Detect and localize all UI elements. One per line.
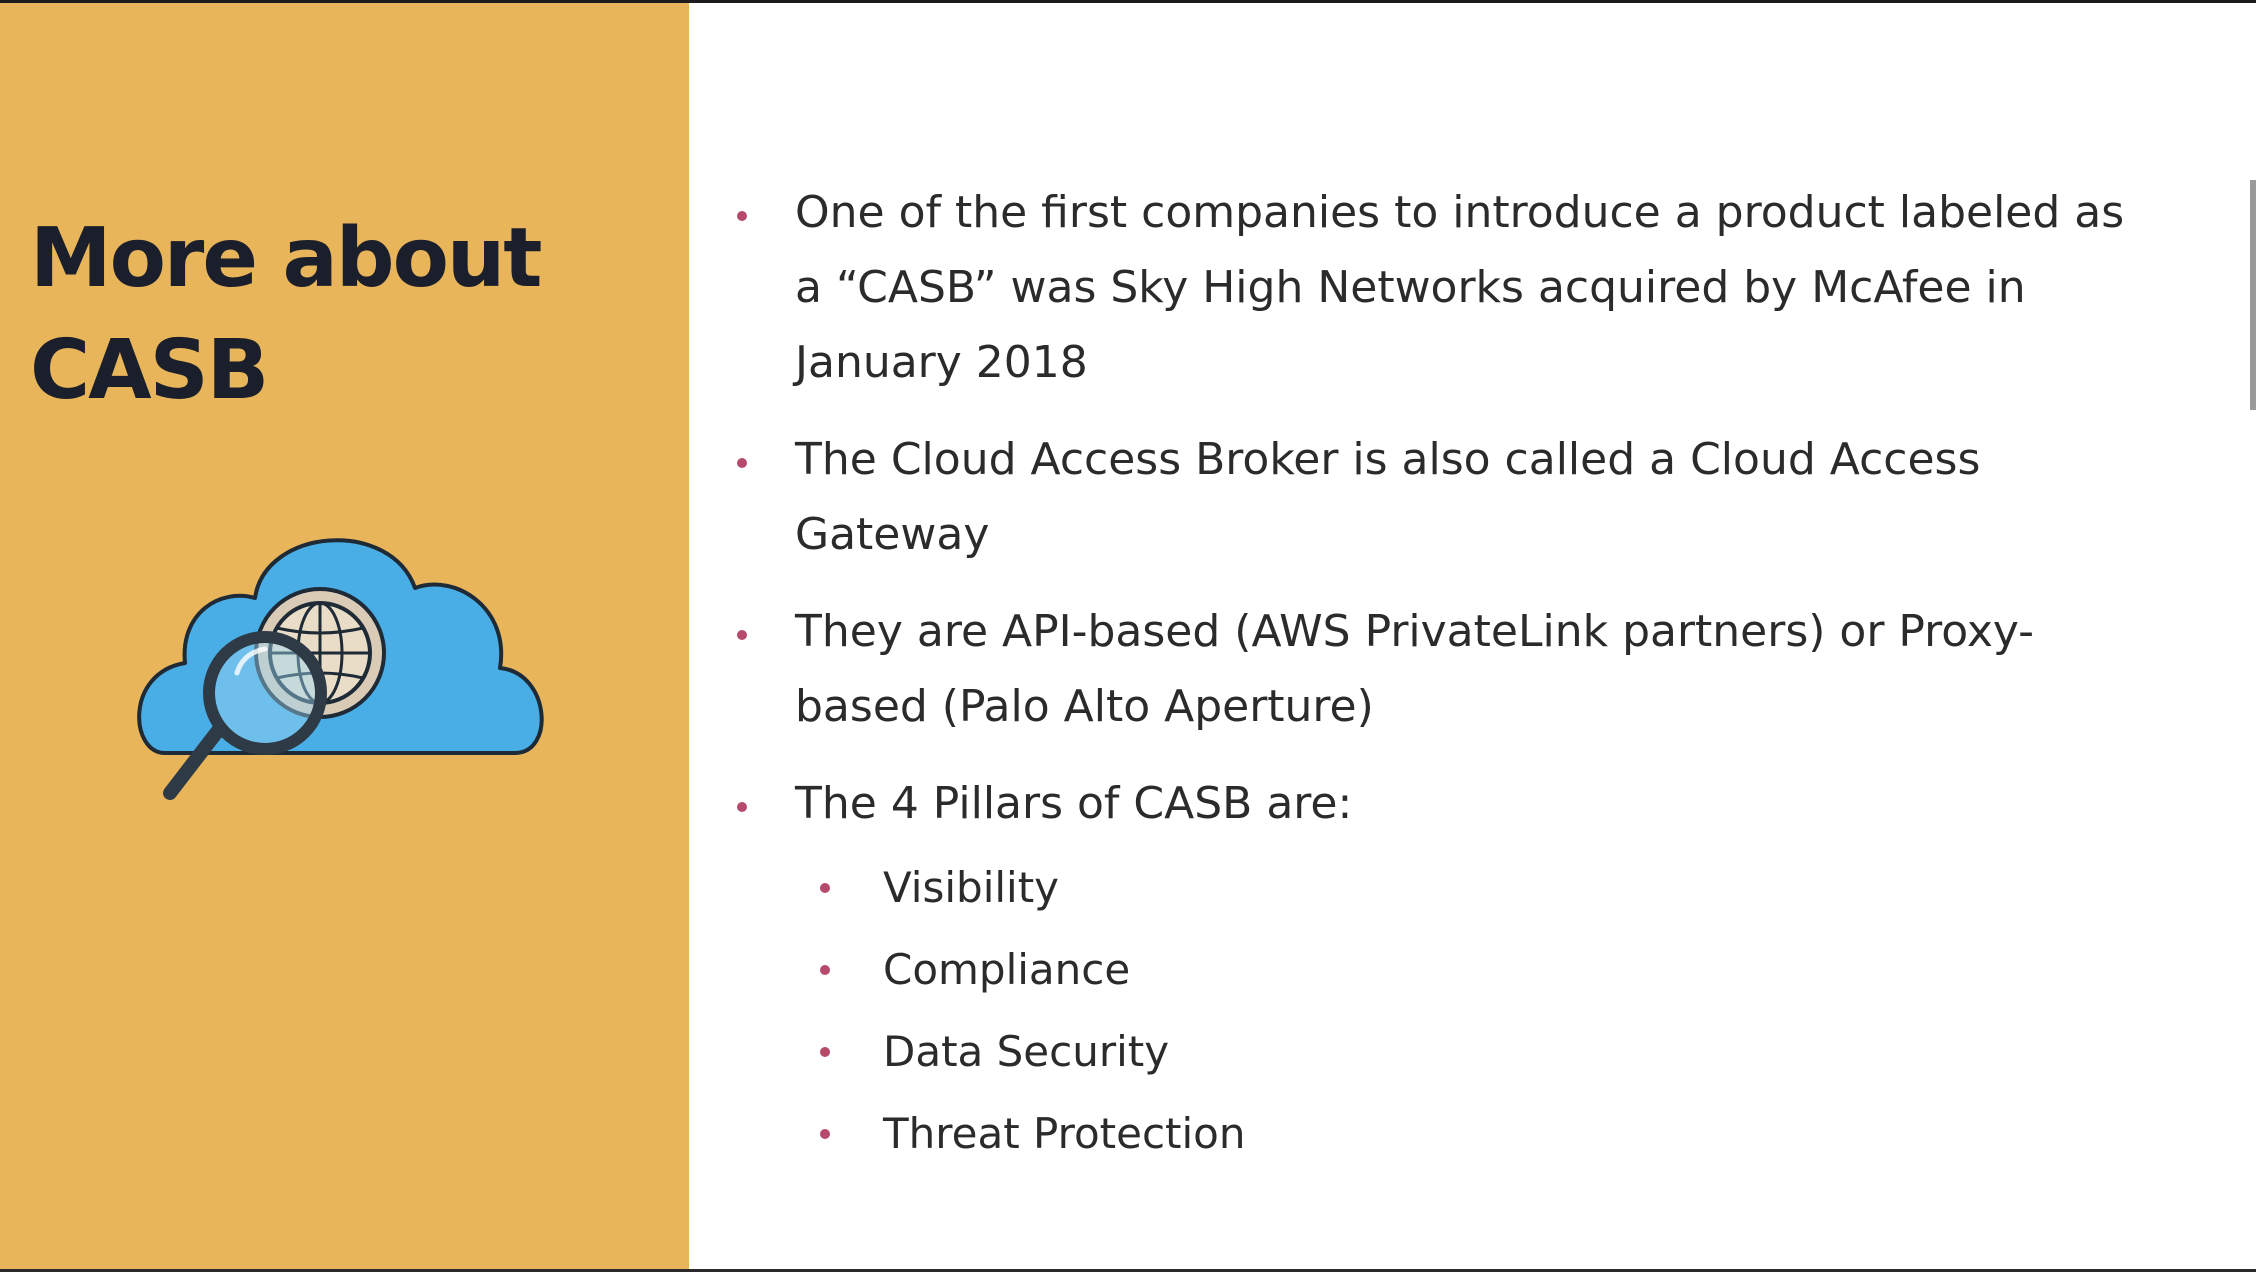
- pillar-text: Threat Protection: [883, 1109, 1246, 1158]
- pillar-text: Data Security: [883, 1027, 1170, 1076]
- pillar-item: Visibility: [725, 847, 2165, 929]
- pillar-item: Compliance: [725, 929, 2165, 1011]
- bullet-dot-icon: [820, 965, 830, 975]
- bullet-dot-icon: [737, 802, 747, 812]
- bullet-dot-icon: [737, 458, 747, 468]
- bullet-text: The Cloud Access Broker is also called a…: [795, 434, 1981, 560]
- bullet-item: One of the first companies to introduce …: [725, 175, 2165, 400]
- bullet-dot-icon: [820, 1129, 830, 1139]
- bullet-text: One of the first companies to introduce …: [795, 187, 2125, 388]
- bullet-item: The Cloud Access Broker is also called a…: [725, 422, 2165, 572]
- slide-title: More about CASB: [30, 203, 630, 427]
- bullet-text: The 4 Pillars of CASB are:: [795, 778, 1353, 829]
- bullet-dot-icon: [820, 883, 830, 893]
- title-line-2: CASB: [30, 323, 269, 418]
- cloud-globe-magnifier-icon: [137, 538, 544, 800]
- bullet-dot-icon: [820, 1047, 830, 1057]
- pillars-list: Visibility Compliance Data Security Thre…: [795, 847, 2165, 1175]
- scrollbar-thumb[interactable]: [2250, 180, 2256, 410]
- pillar-text: Visibility: [883, 863, 1060, 912]
- pillar-item: Data Security: [725, 1011, 2165, 1093]
- bullet-item: They are API-based (AWS PrivateLink part…: [725, 594, 2165, 744]
- slide: More about CASB One of the first compani…: [0, 0, 2256, 1272]
- bullet-dot-icon: [737, 211, 747, 221]
- pillar-text: Compliance: [883, 945, 1131, 994]
- title-line-1: More about: [30, 211, 542, 306]
- bullet-text: They are API-based (AWS PrivateLink part…: [795, 606, 2035, 732]
- pillar-item: Threat Protection: [725, 1093, 2165, 1175]
- bullet-dot-icon: [737, 630, 747, 640]
- slide-content: One of the first companies to introduce …: [725, 175, 2165, 1197]
- left-accent-panel: More about CASB: [0, 3, 689, 1272]
- bullet-list: One of the first companies to introduce …: [725, 175, 2165, 1175]
- bullet-item: The 4 Pillars of CASB are: Visibility Co…: [725, 766, 2165, 1175]
